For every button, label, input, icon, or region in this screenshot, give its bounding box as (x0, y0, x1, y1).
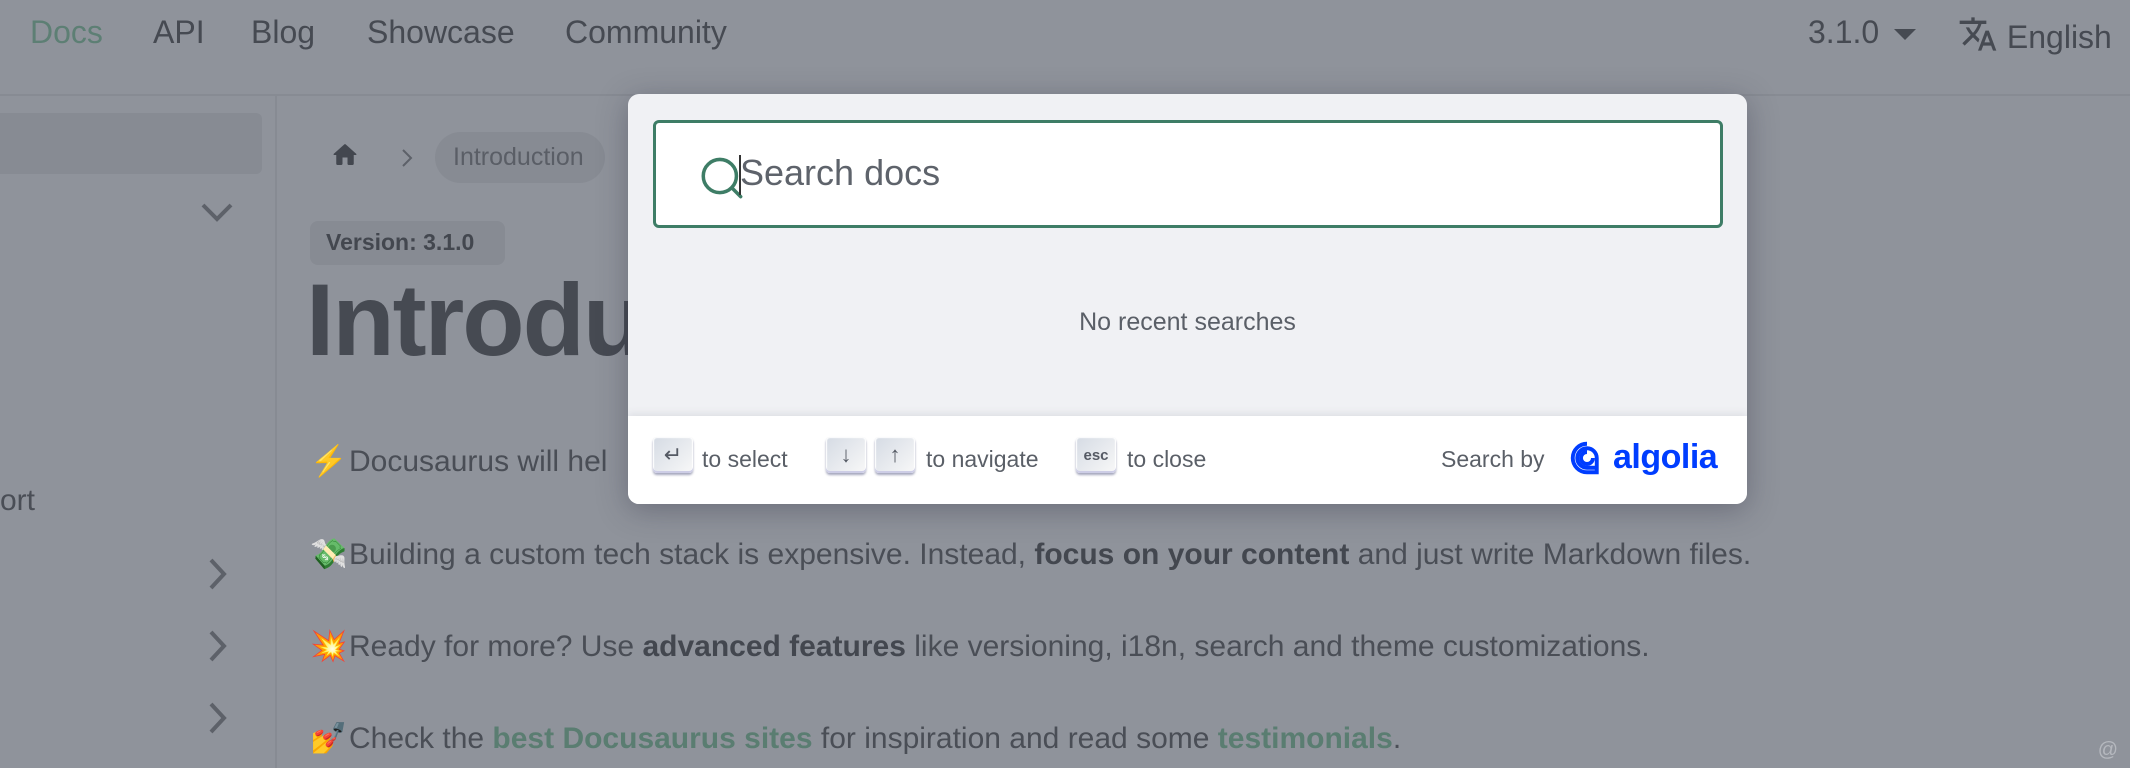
search-footer: ↵ to select ↓ ↑ to navigate esc to close… (628, 416, 1747, 504)
algolia-wordmark: algolia (1613, 438, 1718, 476)
sidebar-item-partial[interactable]: ort (0, 484, 35, 518)
search-form[interactable] (653, 120, 1723, 228)
empty-state: No recent searches (1079, 308, 1296, 336)
search-by-label: Search by (1441, 446, 1545, 472)
nav-community[interactable]: Community (565, 14, 727, 51)
paragraph: 💥Ready for more? Use advanced features l… (310, 629, 1650, 664)
paragraph: 💸Building a custom tech stack is expensi… (310, 537, 1751, 572)
nav-showcase[interactable]: Showcase (367, 14, 515, 51)
watermark: @ (2097, 739, 2118, 761)
language-dropdown[interactable]: English (1958, 14, 2112, 56)
paragraph-text: like versioning, i18n, search and theme … (905, 630, 1650, 663)
algolia-logo-link[interactable]: algolia (1569, 438, 1718, 477)
translate-icon (1959, 17, 1997, 51)
close-hint: to close (1127, 446, 1207, 472)
language-label: English (2006, 19, 2112, 55)
chevron-down-icon[interactable] (200, 190, 234, 235)
version-badge-label: Version: 3.1.0 (326, 229, 475, 255)
paragraph-text: for inspiration and read some (812, 722, 1218, 755)
paragraph-text: Building a custom tech stack is expensiv… (349, 538, 1035, 571)
paragraph-text: Ready for more? Use (349, 630, 643, 663)
page-title: Introdu (306, 263, 645, 377)
lightning-icon: ⚡ (310, 445, 348, 478)
nav-blog[interactable]: Blog (251, 14, 315, 51)
chevron-right-icon[interactable] (208, 628, 228, 673)
sidebar-divider (275, 96, 277, 768)
paragraph: 💅Check the best Docusaurus sites for ins… (310, 721, 1401, 756)
esc-key-icon: esc (1076, 437, 1116, 473)
search-input[interactable] (740, 143, 1690, 203)
paragraph-text: Check the (349, 722, 493, 755)
chevron-right-icon[interactable] (208, 556, 228, 601)
algolia-logo-icon (1570, 441, 1599, 474)
home-icon[interactable] (330, 140, 360, 175)
enter-key-icon: ↵ (653, 437, 693, 473)
testimonials-link[interactable]: testimonials (1218, 722, 1393, 755)
paragraph-text: Docusaurus will hel (349, 445, 608, 478)
arrow-down-key-icon: ↓ (826, 437, 866, 473)
breadcrumb-separator-icon (401, 148, 413, 173)
caret-down-icon (1894, 29, 1917, 41)
nav-docs[interactable]: Docs (30, 14, 103, 51)
sidebar-active-item[interactable] (0, 113, 262, 174)
navbar: Docs API Blog Showcase Community 3.1.0 E… (0, 0, 2130, 96)
paragraph-text: and just write Markdown files. (1349, 538, 1752, 571)
best-sites-link[interactable]: best Docusaurus sites (492, 722, 812, 755)
navigate-hint: to navigate (926, 446, 1039, 472)
search-modal: No recent searches ↵ to select ↓ ↑ to na… (628, 94, 1747, 504)
arrow-up-key-icon: ↑ (875, 437, 915, 473)
money-icon: 💸 (310, 538, 348, 571)
version-label: 3.1.0 (1808, 14, 1880, 50)
nail-polish-icon: 💅 (310, 722, 348, 755)
breadcrumb-current-label: Introduction (453, 143, 584, 171)
paragraph-text: . (1392, 722, 1402, 755)
text-cursor (739, 155, 741, 195)
version-dropdown[interactable]: 3.1.0 (1808, 14, 1917, 51)
paragraph-bold: advanced features (642, 630, 906, 663)
paragraph: ⚡Docusaurus will hel (310, 444, 607, 479)
nav-api[interactable]: API (153, 14, 205, 51)
select-hint: to select (702, 446, 788, 472)
collision-icon: 💥 (310, 630, 348, 663)
chevron-right-icon[interactable] (208, 700, 228, 745)
search-icon (701, 157, 743, 199)
paragraph-bold: focus on your content (1034, 538, 1350, 571)
